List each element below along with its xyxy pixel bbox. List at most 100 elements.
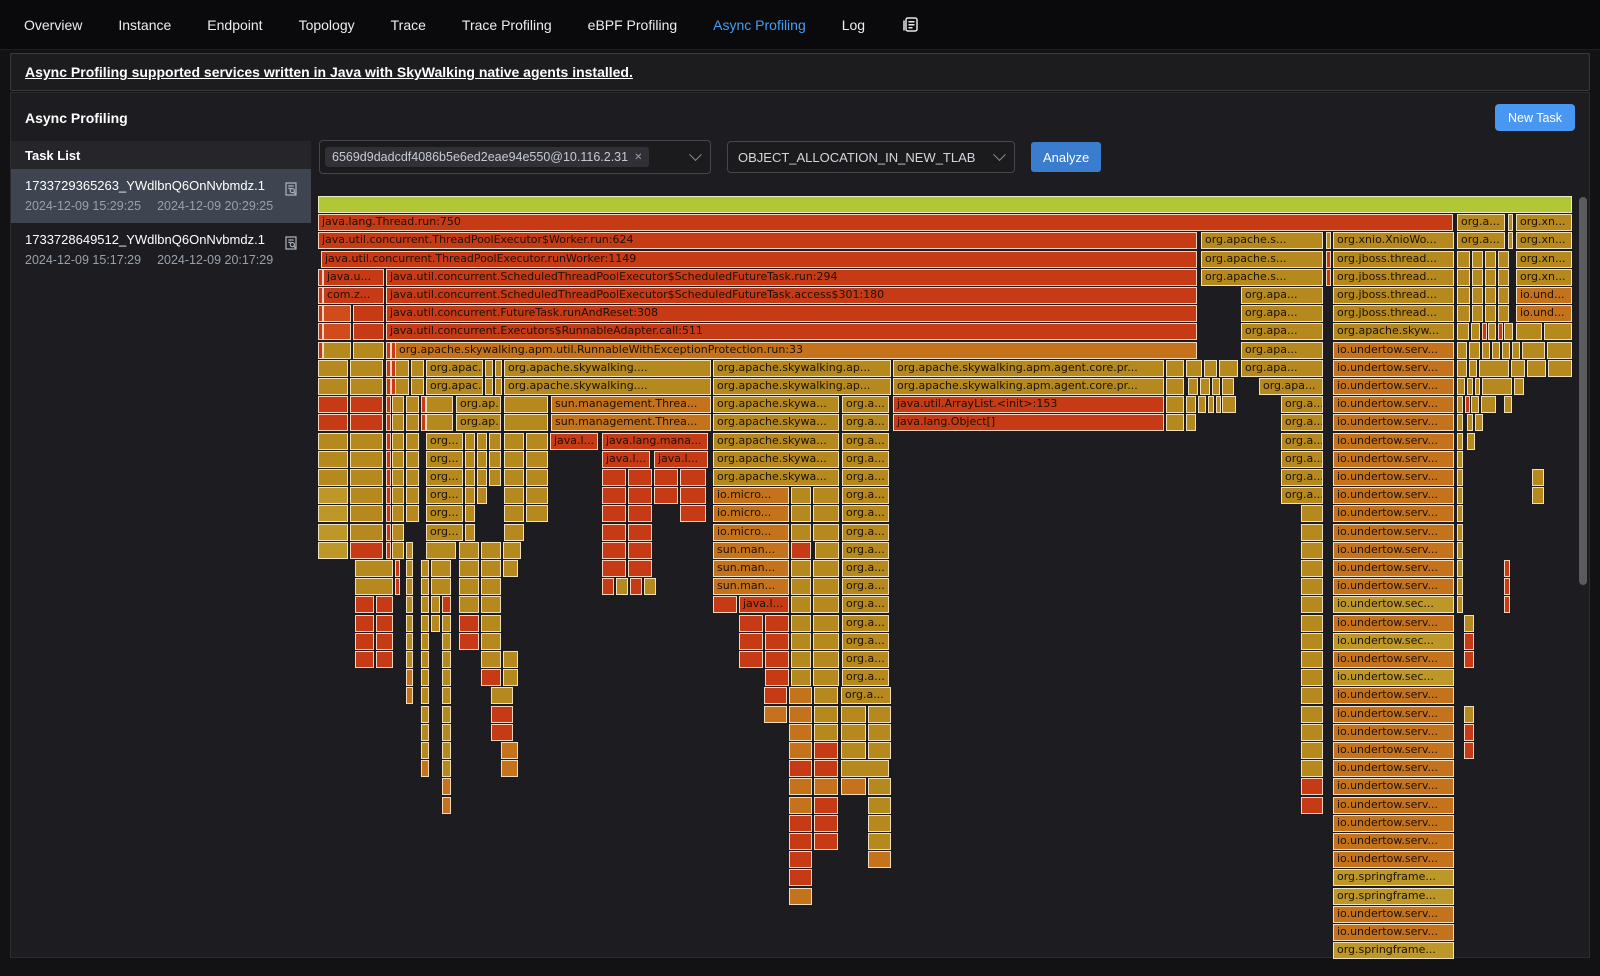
flame-frame[interactable]: [1488, 323, 1496, 340]
flame-frame[interactable]: io.undertow.sec...: [1333, 596, 1454, 613]
flame-frame[interactable]: java.lang.Thread.run:750: [318, 214, 1453, 231]
flame-frame[interactable]: [1522, 342, 1545, 359]
flame-frame[interactable]: io.undertow.serv...: [1333, 396, 1454, 413]
flame-frame[interactable]: [353, 305, 384, 322]
flame-frame[interactable]: [485, 378, 493, 395]
flame-frame[interactable]: io.undertow.serv...: [1333, 414, 1454, 431]
flame-frame[interactable]: java.util.concurrent.ThreadPoolExecutor.…: [321, 251, 1197, 268]
flame-frame[interactable]: [1219, 360, 1238, 377]
flame-frame[interactable]: [1457, 596, 1463, 613]
flame-frame[interactable]: io.undertow.serv...: [1333, 578, 1454, 595]
flame-frame[interactable]: org.a...: [1281, 414, 1323, 431]
flame-frame[interactable]: org.apache.skywalking.apm.agent.core.pr.…: [893, 378, 1164, 395]
flame-frame[interactable]: [654, 487, 678, 504]
flame-frame[interactable]: [477, 433, 487, 450]
nav-item-async-profiling[interactable]: Async Profiling: [713, 17, 806, 33]
flame-frame[interactable]: io.undertow.serv...: [1333, 487, 1454, 504]
flame-frame[interactable]: [481, 596, 501, 613]
flame-frame[interactable]: [1472, 269, 1483, 286]
flame-frame[interactable]: io.undertow.serv...: [1333, 815, 1454, 832]
flame-frame[interactable]: [1186, 396, 1196, 413]
flame-frame[interactable]: [395, 578, 400, 595]
flame-frame[interactable]: [764, 687, 787, 704]
flame-frame[interactable]: [813, 524, 839, 541]
flame-frame[interactable]: [1457, 524, 1463, 541]
flame-frame[interactable]: [481, 615, 501, 632]
flame-frame[interactable]: org.a...: [1281, 469, 1323, 486]
flame-frame[interactable]: [616, 578, 628, 595]
flame-frame[interactable]: [1471, 323, 1480, 340]
flame-frame[interactable]: [1457, 414, 1463, 431]
flame-frame[interactable]: java.u...: [323, 269, 384, 286]
flame-frame[interactable]: [680, 469, 706, 486]
task-detail-icon[interactable]: [283, 181, 299, 202]
flame-frame[interactable]: com.z...: [323, 287, 384, 304]
flame-frame[interactable]: [868, 742, 891, 759]
flame-frame[interactable]: io.undertow.serv...: [1333, 651, 1454, 668]
flame-frame[interactable]: org.apache.skywa...: [713, 414, 839, 431]
flame-frame[interactable]: [406, 687, 413, 704]
flame-frame[interactable]: [426, 542, 456, 559]
flame-frame[interactable]: [1516, 323, 1542, 340]
flame-frame[interactable]: [1186, 414, 1196, 431]
flame-frame[interactable]: [386, 396, 391, 413]
flame-frame[interactable]: [526, 433, 548, 450]
flame-frame[interactable]: [395, 360, 409, 377]
flame-frame[interactable]: [442, 669, 451, 686]
flame-frame[interactable]: [392, 469, 404, 486]
flame-frame[interactable]: org...: [426, 524, 463, 541]
flame-frame[interactable]: [1188, 378, 1198, 395]
flame-frame[interactable]: [814, 687, 838, 704]
flame-frame[interactable]: [350, 542, 383, 559]
flame-frame[interactable]: [406, 651, 413, 668]
flame-frame[interactable]: [442, 778, 451, 795]
flame-frame[interactable]: [459, 542, 479, 559]
flame-frame[interactable]: io.undertow.serv...: [1333, 560, 1454, 577]
flame-frame[interactable]: [1485, 251, 1496, 268]
flame-frame[interactable]: org...: [426, 505, 463, 522]
flame-frame[interactable]: [392, 433, 404, 450]
flame-frame[interactable]: [465, 451, 475, 468]
flame-frame[interactable]: [1301, 542, 1323, 559]
flame-frame[interactable]: org.xn...: [1516, 232, 1572, 249]
flame-frame[interactable]: [791, 505, 811, 522]
flame-frame[interactable]: [481, 542, 501, 559]
flame-frame[interactable]: [1326, 269, 1331, 286]
flame-frame[interactable]: [442, 724, 451, 741]
flame-frame[interactable]: [465, 433, 475, 450]
flame-frame[interactable]: io.undertow.serv...: [1333, 615, 1454, 632]
flame-frame[interactable]: [353, 323, 384, 340]
flame-frame[interactable]: [491, 687, 513, 704]
flame-frame[interactable]: [628, 560, 652, 577]
document-copy-icon[interactable]: [901, 15, 920, 34]
flame-frame[interactable]: [465, 469, 475, 486]
flame-frame[interactable]: [791, 560, 811, 577]
flame-frame[interactable]: [1301, 778, 1323, 795]
flame-frame[interactable]: java.l...: [602, 451, 650, 468]
flame-frame[interactable]: [680, 487, 706, 504]
flame-frame[interactable]: [442, 742, 451, 759]
flame-frame[interactable]: org.ap...: [456, 396, 501, 413]
flame-frame[interactable]: io.undertow.serv...: [1333, 778, 1454, 795]
flame-frame[interactable]: [477, 451, 487, 468]
flame-frame[interactable]: org.a...: [842, 633, 889, 650]
flame-frame[interactable]: [376, 651, 393, 668]
flame-frame[interactable]: [421, 669, 429, 686]
flame-frame[interactable]: [841, 724, 866, 741]
flame-frame[interactable]: [841, 742, 866, 759]
flame-frame[interactable]: [1457, 542, 1463, 559]
flame-frame[interactable]: [318, 469, 348, 486]
flame-frame[interactable]: io.micro...: [713, 524, 789, 541]
flame-frame[interactable]: [814, 833, 838, 850]
flame-frame[interactable]: [1464, 742, 1474, 759]
flame-frame[interactable]: org.apac...: [426, 360, 483, 377]
flame-frame[interactable]: [1222, 378, 1234, 395]
flame-frame[interactable]: [459, 560, 479, 577]
flame-frame[interactable]: io.undertow.serv...: [1333, 706, 1454, 723]
flame-frame[interactable]: [1200, 378, 1210, 395]
flame-frame[interactable]: [386, 524, 391, 541]
flame-frame[interactable]: [1485, 305, 1496, 322]
flame-frame[interactable]: [602, 505, 626, 522]
flame-frame[interactable]: [1532, 487, 1544, 504]
flame-frame[interactable]: [323, 305, 351, 322]
